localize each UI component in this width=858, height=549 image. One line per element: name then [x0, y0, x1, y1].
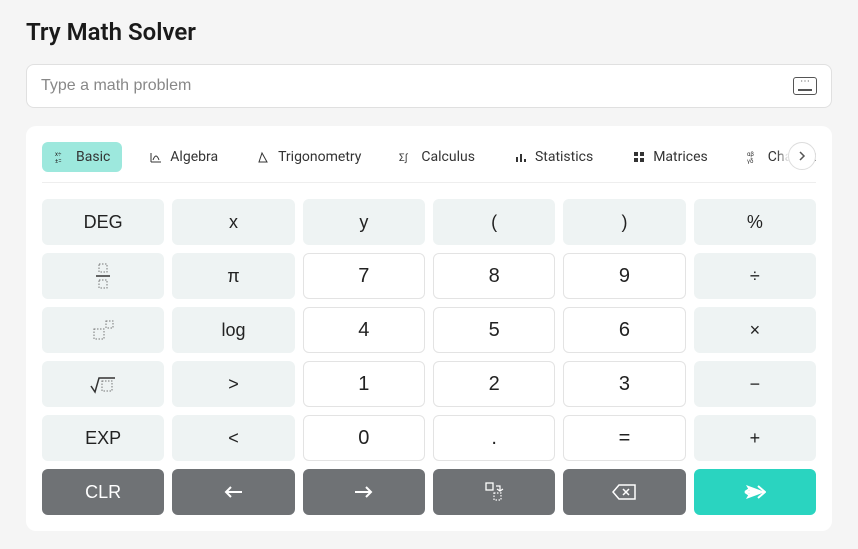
key-6[interactable]: 6 — [563, 307, 685, 353]
key-lparen[interactable]: ( — [433, 199, 555, 245]
basic-icon: x÷±= — [54, 149, 70, 165]
exponent-icon — [90, 319, 116, 341]
key-minus[interactable]: − — [694, 361, 816, 407]
key-arrow-left[interactable] — [172, 469, 294, 515]
characters-icon: αβγδ — [746, 149, 762, 165]
svg-text:Σ∫: Σ∫ — [399, 153, 409, 164]
key-5[interactable]: 5 — [433, 307, 555, 353]
key-submit[interactable] — [694, 469, 816, 515]
tab-label: Statistics — [535, 149, 593, 165]
key-x[interactable]: x — [172, 199, 294, 245]
keyboard-icon[interactable] — [793, 77, 817, 95]
key-exp[interactable]: EXP — [42, 415, 164, 461]
key-2[interactable]: 2 — [433, 361, 555, 407]
key-rparen[interactable]: ) — [563, 199, 685, 245]
tab-label: Calculus — [421, 149, 475, 165]
matrices-icon — [631, 149, 647, 165]
tab-calculus[interactable]: Σ∫ Calculus — [387, 142, 487, 172]
key-pi[interactable]: π — [172, 253, 294, 299]
key-exponent[interactable] — [42, 307, 164, 353]
tab-label: Algebra — [170, 149, 218, 165]
keypad-grid: DEG x y ( ) % π 7 8 9 ÷ log 4 5 6 × — [42, 199, 816, 515]
keypad-panel: x÷±= Basic Algebra Trigonometry Σ∫ Calcu… — [26, 126, 832, 531]
send-icon — [743, 483, 767, 501]
key-multiply[interactable]: × — [694, 307, 816, 353]
key-arrow-right[interactable] — [303, 469, 425, 515]
key-clear[interactable]: CLR — [42, 469, 164, 515]
key-gt[interactable]: > — [172, 361, 294, 407]
tab-statistics[interactable]: Statistics — [501, 142, 605, 172]
svg-text:αβ: αβ — [747, 151, 754, 158]
tab-label: Trigonometry — [278, 149, 361, 165]
chevron-right-icon — [797, 151, 807, 161]
category-tabs: x÷±= Basic Algebra Trigonometry Σ∫ Calcu… — [42, 142, 816, 183]
algebra-icon — [148, 149, 164, 165]
tab-trigonometry[interactable]: Trigonometry — [244, 142, 373, 172]
svg-text:γδ: γδ — [747, 158, 754, 164]
key-sqrt[interactable] — [42, 361, 164, 407]
key-log[interactable]: log — [172, 307, 294, 353]
newline-icon — [482, 481, 506, 503]
key-newline[interactable] — [433, 469, 555, 515]
sqrt-icon — [89, 374, 117, 394]
backspace-icon — [611, 483, 637, 501]
trig-icon — [256, 149, 272, 165]
key-plus[interactable]: + — [694, 415, 816, 461]
svg-text:±=: ±= — [55, 158, 62, 164]
key-dot[interactable]: . — [433, 415, 555, 461]
problem-input-bar — [26, 64, 832, 108]
key-8[interactable]: 8 — [433, 253, 555, 299]
tab-label: Basic — [76, 149, 110, 165]
key-1[interactable]: 1 — [303, 361, 425, 407]
tab-basic[interactable]: x÷±= Basic — [42, 142, 122, 172]
svg-text:x÷: x÷ — [55, 151, 62, 158]
problem-input[interactable] — [41, 77, 793, 95]
key-fraction[interactable] — [42, 253, 164, 299]
fraction-icon — [93, 262, 113, 290]
key-backspace[interactable] — [563, 469, 685, 515]
calculus-icon: Σ∫ — [399, 149, 415, 165]
key-9[interactable]: 9 — [563, 253, 685, 299]
key-divide[interactable]: ÷ — [694, 253, 816, 299]
statistics-icon — [513, 149, 529, 165]
arrow-left-icon — [222, 484, 244, 500]
key-y[interactable]: y — [303, 199, 425, 245]
tab-algebra[interactable]: Algebra — [136, 142, 230, 172]
key-3[interactable]: 3 — [563, 361, 685, 407]
page-title: Try Math Solver — [26, 18, 832, 46]
key-deg[interactable]: DEG — [42, 199, 164, 245]
tab-label: Matrices — [653, 149, 708, 165]
arrow-right-icon — [353, 484, 375, 500]
key-equals[interactable]: = — [563, 415, 685, 461]
key-lt[interactable]: < — [172, 415, 294, 461]
key-percent[interactable]: % — [694, 199, 816, 245]
key-7[interactable]: 7 — [303, 253, 425, 299]
key-4[interactable]: 4 — [303, 307, 425, 353]
key-0[interactable]: 0 — [303, 415, 425, 461]
tabs-scroll-right[interactable] — [788, 142, 816, 170]
tab-matrices[interactable]: Matrices — [619, 142, 720, 172]
